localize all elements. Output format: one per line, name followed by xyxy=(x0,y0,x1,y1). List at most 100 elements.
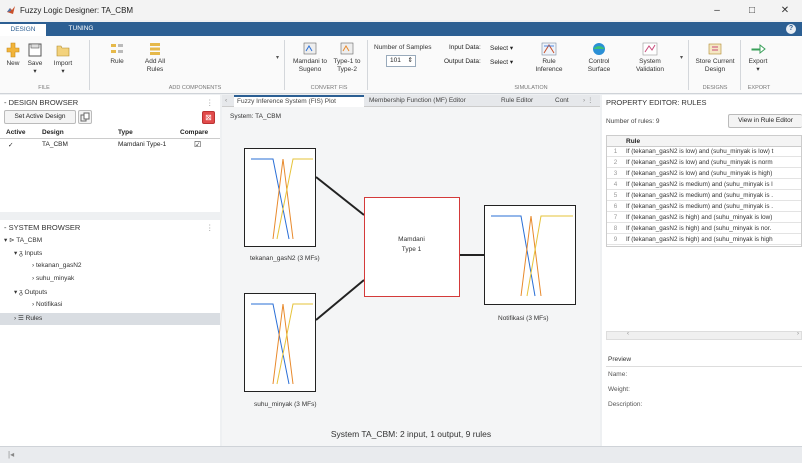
control-surface-button[interactable]: Control Surface xyxy=(582,42,616,74)
title-bar: Fuzzy Logic Designer: TA_CBM xyxy=(0,0,802,20)
divider xyxy=(606,366,802,367)
tree-item-output[interactable]: › Notifikasi xyxy=(32,301,62,308)
window-title: Fuzzy Logic Designer: TA_CBM xyxy=(20,5,134,15)
panel-options-icon[interactable]: ⋮ xyxy=(206,223,214,232)
panel-options-icon[interactable]: ⋮ xyxy=(206,98,214,107)
design-browser-header[interactable]: - DESIGN BROWSER xyxy=(4,98,78,107)
output-data-select[interactable]: Select ▾ xyxy=(490,58,513,66)
store-current-design-button[interactable]: Store Current Design xyxy=(692,42,738,74)
fis-summary: System TA_CBM: 2 input, 1 output, 9 rule… xyxy=(330,429,492,439)
add-all-rules-icon xyxy=(150,43,160,55)
output-caption: Notifikasi (3 MFs) xyxy=(498,315,549,322)
group-add-components-label: ADD COMPONENTS xyxy=(168,85,222,91)
rule-inference-icon xyxy=(541,42,557,56)
tree-item-input[interactable]: › suhu_minyak xyxy=(32,275,74,282)
save-button[interactable]: Save ▾ xyxy=(26,42,44,76)
mf-curves xyxy=(491,215,573,297)
scroll-left-icon[interactable]: ‹ xyxy=(627,331,629,337)
fis-icon: ⊳ xyxy=(9,237,15,244)
convert-icon xyxy=(303,42,317,55)
output-data-label: Output Data: xyxy=(444,58,481,65)
set-active-design-button[interactable]: Set Active Design xyxy=(4,110,76,124)
table-row[interactable]: 6 If (tekanan_gasN2 is medium) and (suhu_… xyxy=(607,202,801,212)
divider xyxy=(688,40,689,90)
tab-tuning[interactable]: TUNING xyxy=(56,22,106,36)
rules-table-header: Rule xyxy=(607,136,801,147)
divider xyxy=(367,40,368,90)
input-mf-plot-suhu[interactable] xyxy=(244,293,316,392)
matlab-logo-icon xyxy=(7,6,15,14)
rule-inference-button[interactable]: Rule Inference xyxy=(532,42,566,74)
add-all-rules-button[interactable]: Add All Rules xyxy=(140,42,170,74)
num-samples-label: Number of Samples xyxy=(374,44,432,51)
delete-icon: ⊠ xyxy=(205,113,212,122)
status-bar: |◂ xyxy=(0,446,802,463)
import-button[interactable]: Import ▾ xyxy=(50,42,76,76)
table-row[interactable]: 3 If (tekanan_gasN2 is low) and (suhu_min… xyxy=(607,169,801,179)
table-row[interactable]: ✓ TA_CBM Mamdani Type-1 ☑ xyxy=(0,140,220,151)
ribbon-tab-strip: DESIGN TUNING ? xyxy=(0,22,802,36)
table-row[interactable]: 2 If (tekanan_gasN2 is low) and (suhu_min… xyxy=(607,158,801,168)
store-design-icon xyxy=(708,43,722,55)
convert-type-icon xyxy=(340,42,354,55)
system-validation-button[interactable]: System Validation xyxy=(630,42,670,74)
control-surface-icon xyxy=(593,43,605,55)
type1-to-type2-button[interactable]: Type-1 to Type-2 xyxy=(330,42,364,74)
tree-item-rules[interactable]: › ☰ Rules xyxy=(0,313,220,325)
tree-item-outputs[interactable]: ▾ ᵹ Outputs xyxy=(14,288,47,296)
table-row[interactable]: 9 If (tekanan_gasN2 is high) and (suhu_mi… xyxy=(607,235,801,245)
copy-design-button[interactable] xyxy=(78,110,92,124)
delete-design-button[interactable]: ⊠ xyxy=(202,111,215,124)
divider xyxy=(284,40,285,90)
num-samples-spinner[interactable]: 101 ⇕ xyxy=(386,55,416,67)
rule-button[interactable]: Rule xyxy=(104,42,130,66)
scroll-right-icon[interactable]: › xyxy=(797,331,799,337)
document-area: ‹ Fuzzy Inference System (FIS) Plot Memb… xyxy=(222,95,600,446)
maximize-button[interactable]: □ xyxy=(735,0,769,20)
output-mf-plot-notifikasi[interactable] xyxy=(484,205,576,305)
copy-icon xyxy=(80,112,90,122)
chevron-down-icon[interactable]: ▾ xyxy=(276,54,279,61)
fis-engine-box[interactable]: Mamdani Type 1 xyxy=(364,197,460,297)
preview-label: Preview xyxy=(608,356,632,363)
group-designs-label: DESIGNS xyxy=(702,85,728,91)
spinner-arrows-icon: ⇕ xyxy=(407,57,413,64)
tree-item-input[interactable]: › tekanan_gasN2 xyxy=(32,262,82,269)
divider xyxy=(740,40,741,90)
status-icon: |◂ xyxy=(8,450,15,459)
new-button[interactable]: New xyxy=(4,42,22,68)
description-label: Description: xyxy=(608,401,643,408)
export-arrow-icon xyxy=(751,43,766,55)
table-row[interactable]: 7 If (tekanan_gasN2 is high) and (suhu_mi… xyxy=(607,213,801,223)
input-data-label: Input Data: xyxy=(449,44,481,51)
property-editor-header: PROPERTY EDITOR: RULES xyxy=(606,98,707,107)
compare-checkbox[interactable]: ☑ xyxy=(194,140,201,149)
name-label: Name: xyxy=(608,371,628,378)
minimize-button[interactable]: – xyxy=(700,0,734,20)
property-editor-panel: PROPERTY EDITOR: RULES Number of rules: … xyxy=(602,95,802,446)
help-button[interactable]: ? xyxy=(786,24,796,34)
table-row[interactable]: 1 If (tekanan_gasN2 is low) and (suhu_min… xyxy=(607,147,801,157)
mamdani-to-sugeno-button[interactable]: Mamdani to Sugeno xyxy=(292,42,328,74)
input-data-select[interactable]: Select ▾ xyxy=(490,44,513,52)
table-row[interactable]: 8 If (tekanan_gasN2 is high) and (suhu_mi… xyxy=(607,224,801,234)
close-button[interactable]: ✕ xyxy=(768,0,802,20)
system-validation-icon xyxy=(642,42,658,56)
input-mf-plot-tekanan[interactable] xyxy=(244,148,316,247)
table-row[interactable]: 5 If (tekanan_gasN2 is medium) and (suhu_… xyxy=(607,191,801,201)
system-browser-header[interactable]: - SYSTEM BROWSER xyxy=(4,223,80,232)
variable-icon: ᵹ xyxy=(19,250,23,257)
tree-item-root[interactable]: ▾ ⊳ TA_CBM xyxy=(4,236,42,244)
design-table-header: Active Design Type Compare xyxy=(0,128,220,139)
tab-design[interactable]: DESIGN xyxy=(0,22,46,36)
table-row[interactable]: 4 If (tekanan_gasN2 is medium) and (suhu_… xyxy=(607,180,801,190)
group-simulation-label: SIMULATION xyxy=(514,85,548,91)
chevron-down-icon[interactable]: ▾ xyxy=(680,54,683,61)
export-button[interactable]: Export ▾ xyxy=(744,42,772,74)
rules-table: Rule 1 If (tekanan_gasN2 is low) and (suh… xyxy=(606,135,802,247)
variable-icon: ᵹ xyxy=(19,289,23,296)
view-in-rule-editor-button[interactable]: View in Rule Editor xyxy=(728,114,802,128)
tree-item-inputs[interactable]: ▾ ᵹ Inputs xyxy=(14,249,42,257)
horizontal-scrollbar[interactable]: ‹ › xyxy=(606,331,802,340)
group-convert-fis-label: CONVERT FIS xyxy=(310,85,348,91)
